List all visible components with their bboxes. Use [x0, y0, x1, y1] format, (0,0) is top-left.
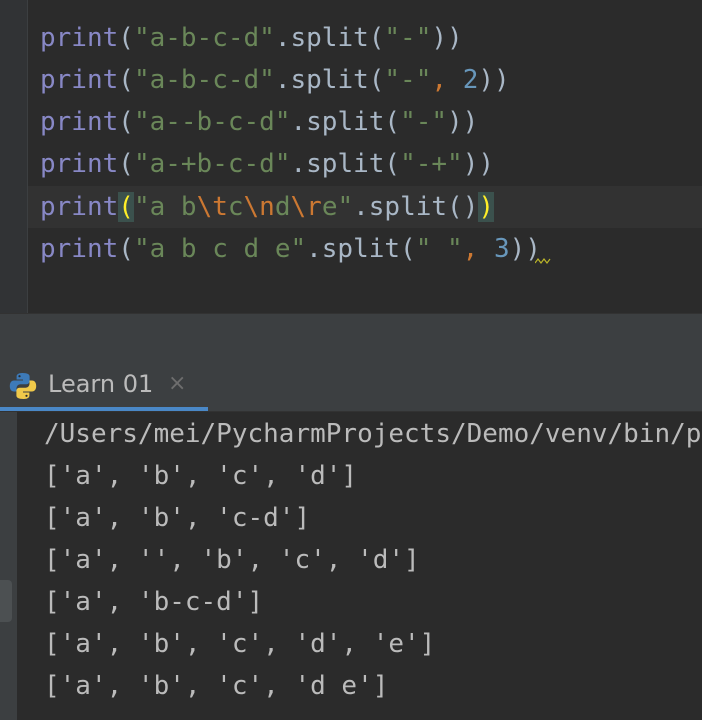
string-literal: "-" — [384, 23, 432, 53]
code-line-2[interactable]: print("a-b-c-d".split("-", 2)) — [40, 59, 510, 101]
paren: ( — [118, 107, 134, 137]
close-icon[interactable]: × — [168, 357, 186, 411]
code-line-3[interactable]: print("a--b-c-d".split("-")) — [40, 101, 478, 143]
print-keyword: print — [40, 192, 119, 222]
string-literal: "-" — [384, 65, 432, 95]
string-literal: d — [274, 192, 291, 222]
console-line: ['a', 'b', 'c', 'd', 'e'] — [44, 629, 436, 659]
matched-paren-open: ( — [118, 192, 134, 222]
paren: ( — [118, 149, 134, 179]
panel-splitter[interactable] — [0, 313, 702, 358]
python-icon — [9, 373, 37, 399]
tab-learn-01[interactable]: Learn 01 × — [0, 357, 208, 411]
number-literal: 2 — [462, 65, 479, 95]
matched-paren-close: ) — [478, 192, 495, 222]
string-literal: "-" — [400, 107, 448, 137]
paren: ( — [118, 234, 134, 264]
method-call: .split( — [274, 65, 385, 95]
code-editor[interactable]: print("a-b-c-d".split("-")) print("a-b-c… — [0, 0, 702, 313]
editor-gutter[interactable] — [0, 0, 28, 313]
string-literal: "a b c d e" — [133, 234, 307, 264]
escape-sequence: \t — [196, 192, 228, 222]
paren: ( — [118, 65, 134, 95]
console-line: ['a', 'b', 'c', 'd'] — [44, 461, 358, 491]
method-call: .split( — [290, 149, 401, 179]
code-line-4[interactable]: print("a-+b-c-d".split("-+")) — [40, 143, 494, 185]
paren: )) — [431, 23, 463, 53]
run-console[interactable]: /Users/mei/PycharmProjects/Demo/venv/bin… — [0, 412, 702, 720]
escape-sequence: \n — [243, 192, 275, 222]
print-keyword: print — [40, 234, 119, 264]
console-toolbar-button[interactable] — [0, 580, 12, 622]
string-literal: "a-b-c-d" — [133, 23, 275, 53]
paren: ( — [118, 23, 134, 53]
run-tool-window-tabs: Learn 01 × — [0, 357, 702, 412]
string-literal: "a--b-c-d" — [133, 107, 291, 137]
escape-sequence: \r — [290, 192, 322, 222]
paren: )) — [447, 107, 479, 137]
comma: , — [462, 234, 494, 264]
tab-label: Learn 01 — [48, 370, 154, 398]
string-literal: "a b — [133, 192, 197, 222]
print-keyword: print — [40, 149, 119, 179]
paren: )) — [462, 149, 494, 179]
method-call: .split( — [290, 107, 401, 137]
code-line-5[interactable]: print("a b\tc\nd\re".split()) — [40, 186, 495, 228]
method-call: .split( — [306, 234, 416, 264]
code-line-6[interactable]: print("a b c d e".split(" ", 3)) — [40, 228, 541, 270]
string-literal: "-+" — [400, 149, 463, 179]
console-line: /Users/mei/PycharmProjects/Demo/venv/bin… — [44, 419, 702, 449]
string-literal: e" — [321, 192, 354, 222]
print-keyword: print — [40, 65, 119, 95]
string-literal: "a-b-c-d" — [133, 65, 275, 95]
warning-squiggle-icon — [535, 258, 551, 264]
print-keyword: print — [40, 23, 119, 53]
console-line: ['a', 'b', 'c-d'] — [44, 503, 311, 533]
comma: , — [431, 65, 463, 95]
code-line-1[interactable]: print("a-b-c-d".split("-")) — [40, 17, 463, 59]
console-toolbar — [0, 412, 17, 720]
string-literal: c — [227, 192, 244, 222]
string-literal: " " — [415, 234, 463, 264]
console-line: ['a', 'b', 'c', 'd e'] — [44, 671, 389, 701]
print-keyword: print — [40, 107, 119, 137]
console-line: ['a', 'b-c-d'] — [44, 587, 264, 617]
console-line: ['a', '', 'b', 'c', 'd'] — [44, 545, 420, 575]
method-call: .split( — [274, 23, 385, 53]
string-literal: "a-+b-c-d" — [133, 149, 291, 179]
method-call: .split() — [353, 192, 479, 222]
number-literal: 3 — [493, 234, 510, 264]
paren: )) — [478, 65, 510, 95]
